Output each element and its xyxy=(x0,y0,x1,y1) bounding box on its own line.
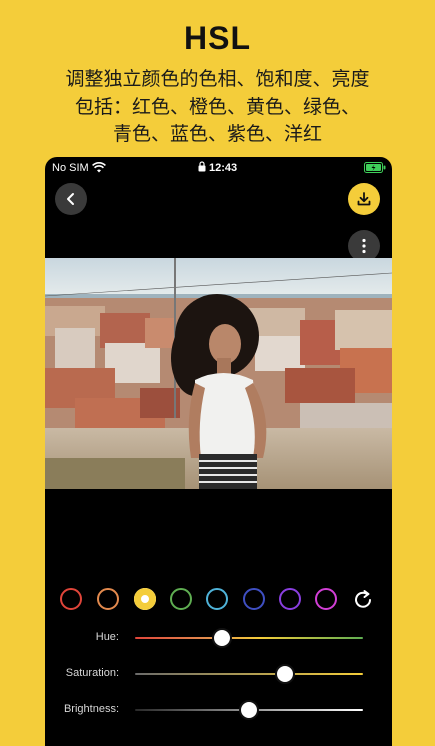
color-swatch-row xyxy=(45,588,392,612)
hue-slider-thumb[interactable] xyxy=(211,628,232,648)
swatch-purple[interactable] xyxy=(279,588,301,610)
phone-screen: No SIM 12:43 Hue: Saturation: Brightness… xyxy=(45,157,392,746)
saturation-label: Saturation: xyxy=(65,667,119,679)
swatch-green[interactable] xyxy=(170,588,192,610)
more-vertical-icon xyxy=(362,238,366,254)
brightness-slider-thumb[interactable] xyxy=(239,700,259,720)
reset-icon[interactable] xyxy=(351,588,375,612)
swatch-magenta[interactable] xyxy=(315,588,337,610)
promo-description-line-2: 包括：红色、橙色、黄色、绿色、 xyxy=(74,96,360,118)
download-button[interactable] xyxy=(348,183,380,215)
lock-icon xyxy=(198,161,206,172)
status-time: 12:43 xyxy=(209,162,238,174)
carrier-label: No SIM xyxy=(52,162,89,174)
swatch-blue[interactable] xyxy=(243,588,265,610)
photo-image xyxy=(45,258,392,489)
back-button[interactable] xyxy=(55,183,87,215)
swatch-red[interactable] xyxy=(60,588,82,610)
hue-label: Hue: xyxy=(95,631,119,643)
chevron-left-icon xyxy=(67,193,74,205)
battery-charging-icon xyxy=(364,162,386,173)
swatch-orange[interactable] xyxy=(97,588,119,610)
saturation-slider-track[interactable] xyxy=(135,673,363,675)
promo-description-line-3: 青色、蓝色、紫色、洋红 xyxy=(112,123,322,145)
wifi-icon xyxy=(92,162,106,173)
status-bar: No SIM 12:43 xyxy=(45,157,392,179)
edited-photo xyxy=(45,258,392,489)
swatch-cyan[interactable] xyxy=(206,588,228,610)
brightness-label: Brightness: xyxy=(63,703,119,715)
download-icon xyxy=(357,192,371,206)
swatch-yellow[interactable] xyxy=(134,588,156,610)
hue-slider-track[interactable] xyxy=(135,637,363,639)
saturation-slider-thumb[interactable] xyxy=(275,664,296,684)
promo-description-line-1: 调整独立颜色的色相、饱和度、亮度 xyxy=(65,68,370,90)
promo-headline: HSL xyxy=(184,20,251,56)
